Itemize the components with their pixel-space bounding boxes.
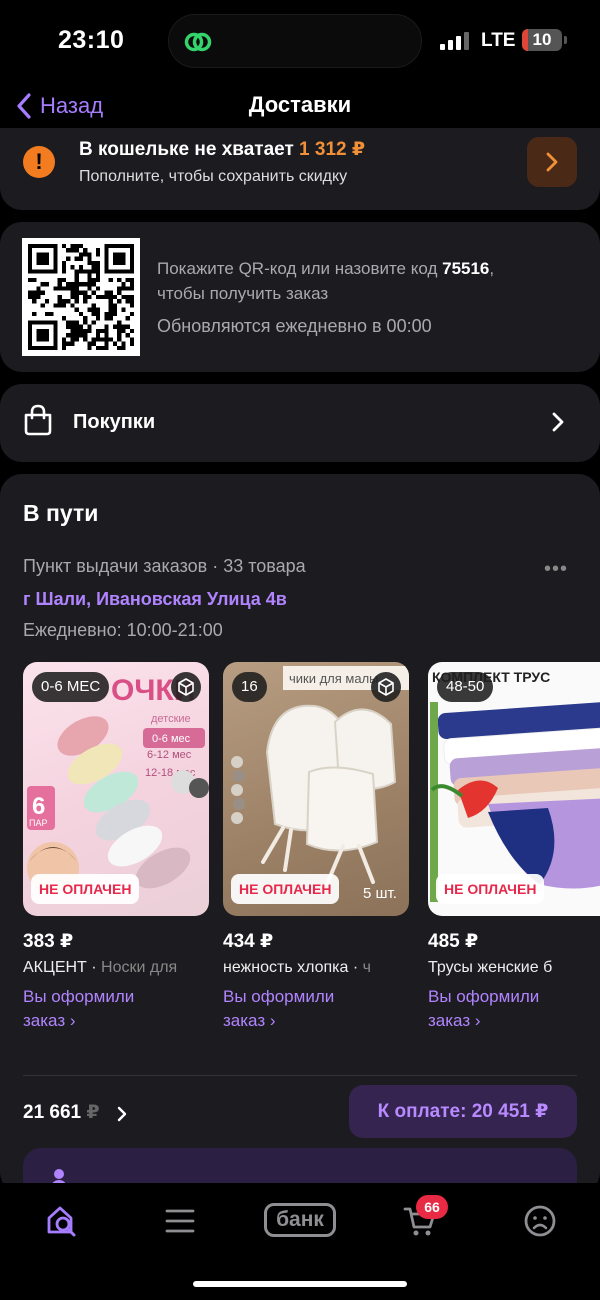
chevron-right-icon — [546, 152, 558, 172]
shopping-bag-icon — [24, 404, 52, 436]
product-price: 383 ₽ — [23, 931, 74, 952]
purchases-label: Покупки — [73, 411, 156, 433]
profile-icon — [524, 1205, 556, 1237]
product-title: ч — [362, 959, 371, 976]
network-type: LTE — [481, 30, 516, 51]
size-badge: 48-50 — [437, 672, 494, 702]
qr-instruction-prefix: Покажите QR-код или назовите код — [157, 259, 438, 278]
total-value: 21 661 — [23, 1102, 82, 1123]
qr-instruction: Покажите QR-код или назовите код 75516, … — [157, 256, 577, 306]
total-amount[interactable]: 21 661 ₽ — [23, 1101, 100, 1124]
in-transit-card: В пути Пункт выдачи заказов · 33 товара … — [0, 474, 600, 1208]
pack-count: 5 шт. — [363, 885, 397, 902]
unpaid-badge: НЕ ОПЛАЧЕН — [436, 874, 545, 904]
product-image[interactable]: КОМПЛЕКТ ТРУС 48-50 НЕ ОПЛАЧЕН — [428, 662, 600, 916]
tab-home-search[interactable] — [42, 1201, 82, 1241]
dynamic-island — [168, 14, 422, 68]
status-bar: 23:10 LTE 10 — [0, 0, 600, 82]
pickup-code: 75516 — [442, 259, 490, 278]
unpaid-badge: НЕ ОПЛАЧЕН — [31, 874, 140, 904]
wallet-banner[interactable]: ! В кошельке не хватает 1 312 ₽ Пополнит… — [0, 128, 600, 210]
purchases-row[interactable]: Покупки — [0, 384, 600, 462]
pickup-hours: Ежедневно: 10:00-21:00 — [23, 620, 223, 640]
product-image[interactable]: чики для малы 5 шт. 16 НЕ ОПЛАЧЕН — [223, 662, 409, 916]
product-image-title: чики для малы — [289, 671, 379, 686]
pickup-info: Пункт выдачи заказов · 33 товара — [23, 556, 306, 576]
pickup-address[interactable]: г Шали, Ивановская Улица 4в — [23, 589, 287, 610]
qr-instruction-suffix: , — [489, 259, 495, 278]
product-image[interactable]: ОЧКИ детские 0-6 мес 6-12 мес 12-18 мес … — [23, 662, 209, 916]
product-card[interactable]: чики для малы 5 шт. 16 НЕ ОПЛАЧЕН 434 ₽ — [223, 662, 409, 1032]
more-options-icon[interactable]: ••• — [544, 558, 568, 581]
warning-icon: ! — [23, 146, 55, 178]
home-indicator — [193, 1281, 407, 1287]
pay-button[interactable]: К оплате: 20 451 ₽ — [349, 1085, 577, 1138]
top-up-button[interactable] — [527, 137, 577, 187]
order-link[interactable]: Вы оформили заказ › — [223, 985, 363, 1032]
order-link[interactable]: Вы оформили заказ › — [428, 985, 568, 1032]
tab-bar: банк 66 — [0, 1183, 600, 1300]
qr-card[interactable]: Покажите QR-код или назовите код 75516, … — [0, 222, 600, 372]
svg-text:6: 6 — [32, 793, 45, 820]
svg-text:6-12 мес: 6-12 мес — [147, 749, 192, 761]
qr-instruction-line2: чтобы получить заказ — [157, 284, 329, 303]
product-name: нежность хлопка · ч — [223, 959, 371, 976]
battery-level: 10 — [532, 30, 552, 49]
qr-code[interactable] — [22, 238, 140, 356]
product-name: Трусы женские б — [428, 959, 553, 976]
banner-title-text: В кошельке не хватает — [79, 139, 294, 160]
divider — [23, 1075, 577, 1076]
product-name: АКЦЕНТ · Носки для — [23, 959, 178, 976]
svg-text:ПАР: ПАР — [29, 818, 47, 828]
missing-amount: 1 312 ₽ — [299, 139, 366, 160]
product-brand: нежность хлопка — [223, 959, 349, 976]
link-app-icon — [184, 32, 212, 52]
product-card[interactable]: ОЧКИ детские 0-6 мес 6-12 мес 12-18 мес … — [23, 662, 209, 1032]
home-search-icon — [47, 1206, 76, 1237]
page-title: Доставки — [248, 92, 352, 117]
product-card[interactable]: КОМПЛЕКТ ТРУС 48-50 НЕ ОПЛАЧЕН 485 ₽ Тру… — [428, 662, 600, 1032]
section-title: В пути — [23, 500, 99, 526]
size-badge: 0-6 МЕС — [32, 672, 110, 702]
product-carousel[interactable]: ОЧКИ детские 0-6 мес 6-12 мес 12-18 мес … — [23, 662, 600, 1032]
tab-bank[interactable]: банк — [264, 1203, 336, 1237]
box-return-icon — [171, 672, 201, 702]
svg-text:детские: детские — [151, 713, 191, 725]
qr-update-note: Обновляются ежедневно в 00:00 — [157, 316, 432, 336]
product-brand: АКЦЕНТ — [23, 959, 87, 976]
order-link[interactable]: Вы оформили заказ › — [23, 985, 163, 1032]
chevron-right-icon — [552, 412, 564, 432]
box-return-icon — [371, 672, 401, 702]
tab-catalog[interactable] — [160, 1201, 200, 1241]
banner-subtitle: Пополните, чтобы сохранить скидку — [79, 168, 348, 185]
banner-title: В кошельке не хватает 1 312 ₽ — [79, 138, 365, 161]
product-price: 434 ₽ — [223, 931, 274, 952]
size-badge: 16 — [232, 672, 267, 702]
tab-profile[interactable] — [520, 1201, 560, 1241]
menu-icon — [165, 1209, 195, 1233]
signal-icon — [440, 32, 469, 50]
cart-count-badge: 66 — [416, 1195, 448, 1219]
unpaid-badge: НЕ ОПЛАЧЕН — [231, 874, 340, 904]
chevron-right-icon[interactable] — [117, 1106, 127, 1122]
total-currency: ₽ — [86, 1102, 100, 1123]
status-time: 23:10 — [58, 26, 125, 54]
product-title: Носки для — [101, 959, 178, 976]
battery-icon: 10 — [522, 29, 562, 51]
product-price: 485 ₽ — [428, 931, 479, 952]
svg-text:0-6 мес: 0-6 мес — [152, 733, 191, 745]
